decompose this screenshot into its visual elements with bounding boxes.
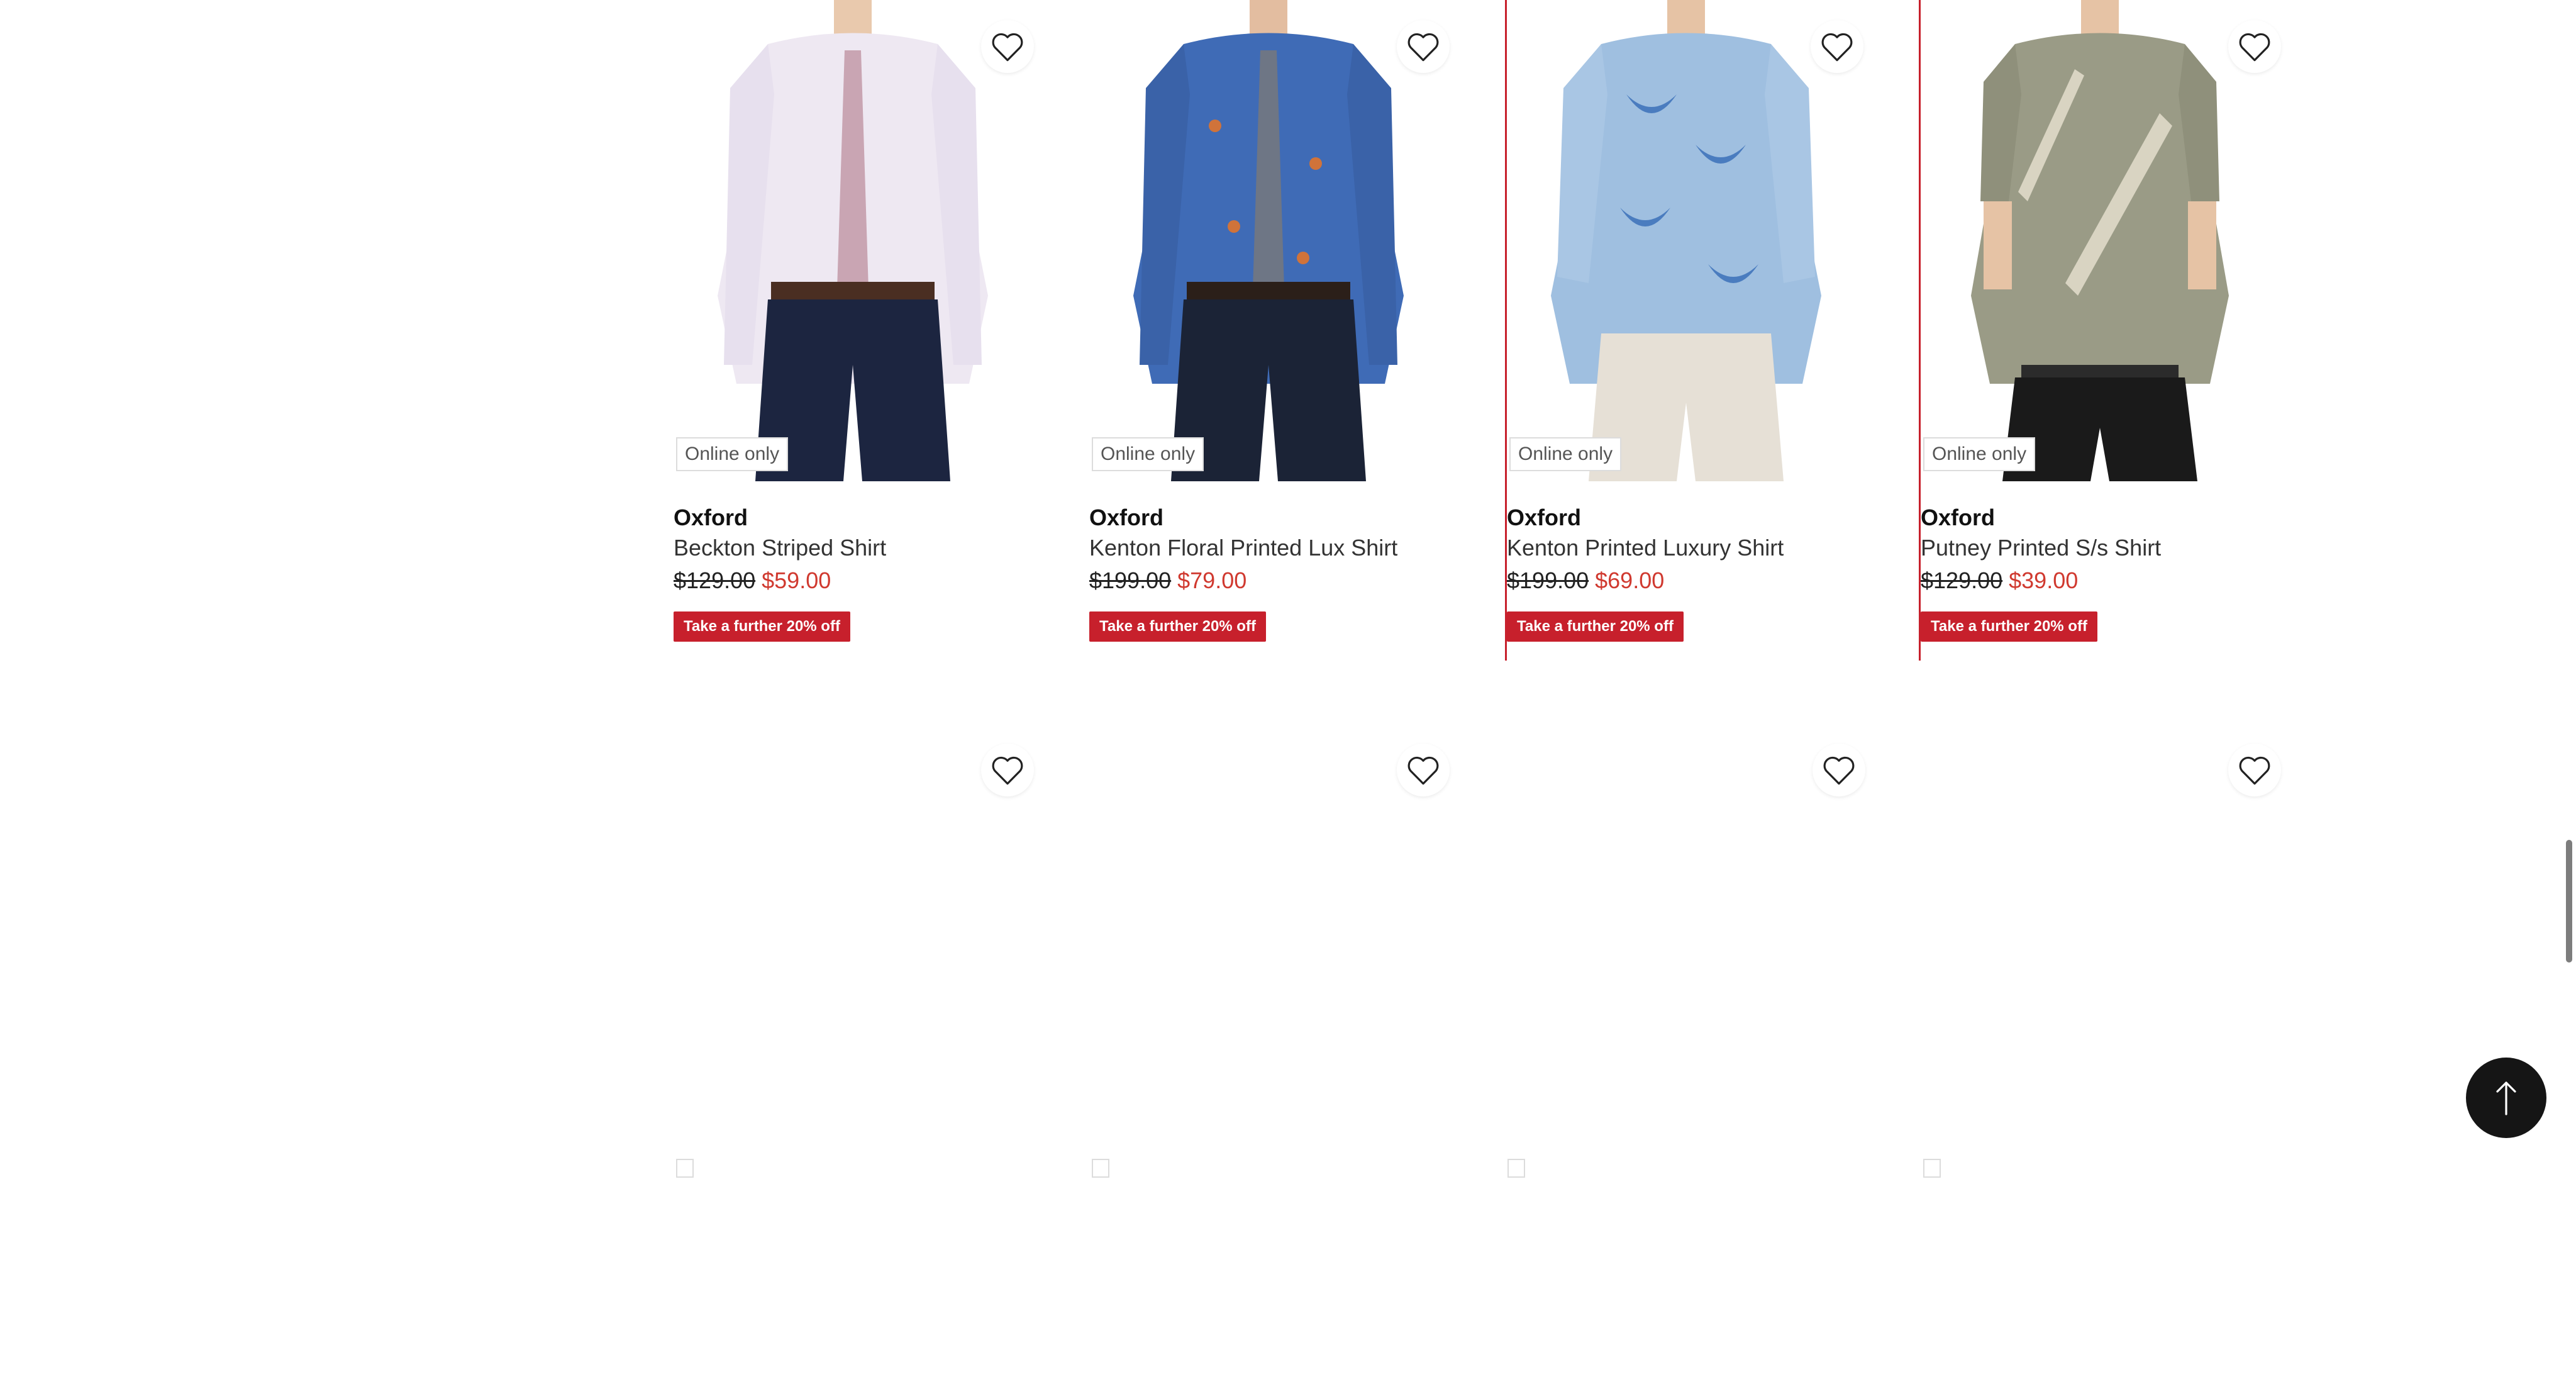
product-brand: Oxford: [1507, 505, 1582, 530]
product-image[interactable]: [674, 0, 1032, 481]
heart-outline-icon: [1821, 33, 1853, 62]
favorite-button[interactable]: [1813, 744, 1865, 796]
heart-outline-icon: [2239, 756, 2270, 785]
online-only-badge: Online only: [1092, 437, 1204, 471]
product-row: Online only Oxford Beckton Striped Shirt…: [674, 0, 2336, 661]
product-card[interactable]: [1089, 718, 1505, 1379]
online-only-badge: [676, 1159, 694, 1178]
online-only-badge: Online only: [676, 437, 789, 471]
product-info: Oxford Beckton Striped Shirt $129.00 $59.…: [674, 503, 1051, 642]
heart-outline-icon: [992, 33, 1023, 62]
original-price: $199.00: [1507, 567, 1589, 593]
heart-outline-icon: [992, 756, 1023, 785]
product-image[interactable]: [1921, 0, 2279, 481]
favorite-button[interactable]: [2228, 20, 2281, 73]
product-card[interactable]: [1505, 718, 1921, 1379]
online-only-badge: Online only: [1923, 437, 2036, 471]
product-card[interactable]: Online only Oxford Putney Printed S/s Sh…: [1921, 0, 2336, 661]
product-image[interactable]: [1507, 0, 1865, 481]
favorite-button[interactable]: [981, 20, 1034, 73]
original-price: $199.00: [1089, 567, 1172, 593]
product-name[interactable]: Kenton Floral Printed Lux Shirt: [1089, 532, 1467, 564]
promo-label: Take a further 20% off: [1089, 611, 1266, 642]
online-only-badge: [1092, 1159, 1109, 1178]
product-info: Oxford Putney Printed S/s Shirt $129.00 $…: [1921, 503, 2298, 642]
online-only-badge: [1507, 1159, 1525, 1178]
product-image-placeholder[interactable]: [1921, 718, 2279, 1200]
heart-outline-icon: [1407, 756, 1439, 785]
favorite-button[interactable]: [1397, 20, 1450, 73]
original-price: $129.00: [674, 567, 756, 593]
product-card[interactable]: Online only Oxford Beckton Striped Shirt…: [674, 0, 1089, 661]
product-card[interactable]: Online only Oxford Kenton Floral Printed…: [1089, 0, 1505, 661]
product-prices: $129.00 $39.00: [1921, 565, 2298, 596]
product-image-placeholder[interactable]: [1505, 718, 1863, 1200]
product-name[interactable]: Kenton Printed Luxury Shirt: [1507, 532, 1884, 564]
promo-label: Take a further 20% off: [1921, 611, 2097, 642]
product-image-placeholder[interactable]: [1089, 718, 1448, 1200]
product-prices: $199.00 $69.00: [1507, 565, 1884, 596]
sale-price: $39.00: [2009, 567, 2079, 593]
heart-outline-icon: [2239, 33, 2270, 62]
original-price: $129.00: [1921, 567, 2003, 593]
product-info: Oxford Kenton Floral Printed Lux Shirt $…: [1089, 503, 1467, 642]
sale-price: $69.00: [1595, 567, 1665, 593]
heart-outline-icon: [1407, 33, 1439, 62]
heart-outline-icon: [1823, 756, 1855, 785]
product-name[interactable]: Putney Printed S/s Shirt: [1921, 532, 2298, 564]
favorite-button[interactable]: [2228, 744, 2281, 796]
promo-label: Take a further 20% off: [674, 611, 850, 642]
product-card[interactable]: [1921, 718, 2336, 1379]
sale-price: $79.00: [1177, 567, 1247, 593]
product-info: Oxford Kenton Printed Luxury Shirt $199.…: [1507, 503, 1884, 642]
online-only-badge: Online only: [1509, 437, 1622, 471]
online-only-badge: [1923, 1159, 1941, 1178]
favorite-button[interactable]: [1811, 20, 1863, 73]
back-to-top-button[interactable]: [2466, 1058, 2546, 1138]
product-image-placeholder[interactable]: [674, 718, 1032, 1200]
product-card[interactable]: [674, 718, 1089, 1379]
sale-price: $59.00: [762, 567, 831, 593]
product-prices: $129.00 $59.00: [674, 565, 1051, 596]
product-row: [674, 718, 2336, 1379]
favorite-button[interactable]: [981, 744, 1034, 796]
favorite-button[interactable]: [1397, 744, 1450, 796]
product-prices: $199.00 $79.00: [1089, 565, 1467, 596]
product-brand: Oxford: [1921, 505, 1996, 530]
scrollbar-thumb[interactable]: [2566, 840, 2572, 963]
product-card[interactable]: Online only Oxford Kenton Printed Luxury…: [1505, 0, 1921, 661]
promo-label: Take a further 20% off: [1507, 611, 1684, 642]
product-brand: Oxford: [674, 505, 748, 530]
arrow-up-icon: [2496, 1081, 2516, 1115]
product-brand: Oxford: [1089, 505, 1164, 530]
product-name[interactable]: Beckton Striped Shirt: [674, 532, 1051, 564]
product-image[interactable]: [1089, 0, 1448, 481]
